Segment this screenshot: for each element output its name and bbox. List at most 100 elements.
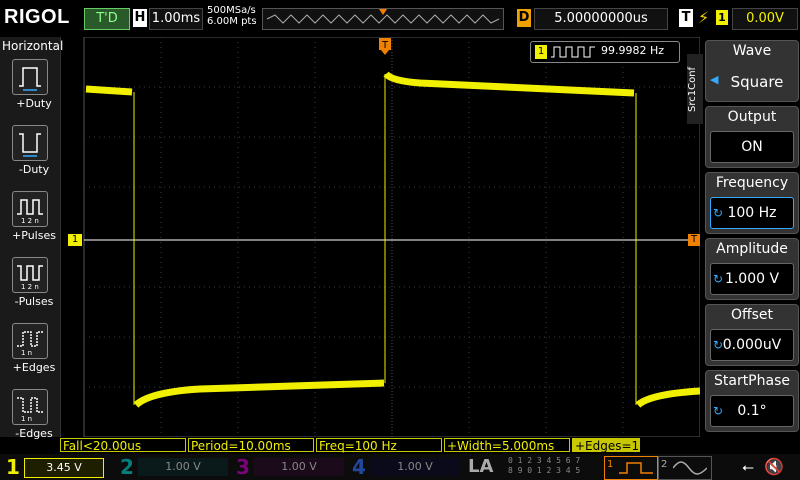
negative-duty-icon	[12, 125, 48, 161]
square-wave-icon	[551, 44, 595, 64]
positive-duty-icon	[12, 59, 48, 95]
counter-value: 99.9982 Hz	[601, 44, 665, 57]
channel-3-number[interactable]: 3	[236, 454, 250, 480]
option-value: Square	[730, 73, 784, 91]
channel-1-number[interactable]: 1	[6, 454, 20, 480]
measurement-fall[interactable]: Fall<20.00us	[60, 438, 186, 453]
option-value: ON	[710, 131, 794, 163]
source-2-label: 2	[661, 459, 668, 470]
svg-text:1 n: 1 n	[21, 415, 32, 423]
run-state-badge[interactable]: T'D	[84, 8, 130, 30]
option-title: Wave	[732, 43, 772, 59]
usb-icon: ⭠	[742, 458, 755, 476]
memory-position-strip[interactable]	[262, 8, 504, 30]
logic-channels-bottom: 8 9 0 1 2 3 4 5	[508, 466, 581, 475]
sample-rate: 500MSa/s	[207, 5, 256, 16]
start-phase-option[interactable]: StartPhase ↻ 0.1°	[705, 370, 799, 432]
channel-2-scale[interactable]: 1.00 V	[138, 458, 228, 476]
menu-item-label: -Edges	[15, 427, 53, 440]
channel-4-scale[interactable]: 1.00 V	[370, 458, 460, 476]
waveform-display[interactable]	[60, 36, 701, 438]
logic-channel-grid: 0 1 2 3 4 5 6 7 8 9 0 1 2 3 4 5	[508, 456, 600, 476]
channel-3-scale[interactable]: 1.00 V	[254, 458, 344, 476]
option-value: 0.000uV	[722, 337, 782, 353]
menu-item-negative-edges[interactable]: 1 n -Edges	[6, 387, 58, 447]
menu-item-label: +Duty	[16, 97, 52, 110]
acquisition-info: 500MSa/s 6.00M pts	[207, 5, 257, 27]
left-arrow-icon: ◀	[710, 73, 719, 86]
trigger-level-value[interactable]: 0.00V	[732, 8, 798, 30]
memory-depth: 6.00M pts	[207, 16, 257, 27]
option-value-box: ↻ 0.000uV	[710, 329, 794, 361]
measurement-bar: Fall<20.00us Period=10.00ms Freq=100 Hz …	[60, 438, 700, 453]
option-value-box: ↻ 100 Hz	[710, 197, 794, 229]
menu-item-positive-edges[interactable]: 1 n +Edges	[6, 321, 58, 381]
measurement-period[interactable]: Period=10.00ms	[188, 438, 314, 453]
menu-item-negative-duty[interactable]: -Duty	[6, 123, 58, 183]
measurement-positive-width[interactable]: +Width=5.000ms	[444, 438, 570, 453]
negative-edges-icon: 1 n	[12, 389, 48, 425]
horizontal-label: H	[133, 9, 147, 27]
source-1-label: 1	[607, 459, 614, 470]
option-title: Output	[727, 109, 777, 125]
trigger-level-marker[interactable]: T	[688, 234, 700, 246]
option-value-box: ↻ 0.1°	[710, 395, 794, 427]
positive-edges-icon: 1 n	[12, 323, 48, 359]
output-option[interactable]: Output ON	[705, 106, 799, 168]
menu-tab: Src1Conf	[687, 54, 703, 124]
option-value: 1.000 V	[724, 271, 780, 287]
measurement-frequency[interactable]: Freq=100 Hz	[316, 438, 442, 453]
channel-1-scale[interactable]: 3.45 V	[24, 458, 104, 478]
option-title: Amplitude	[716, 241, 788, 257]
speaker-muted-icon[interactable]: 🔇	[764, 457, 784, 476]
knob-icon: ↻	[713, 338, 724, 352]
source-2-indicator[interactable]: 2	[658, 456, 712, 480]
knob-icon: ↻	[713, 404, 724, 418]
menu-item-label: +Edges	[12, 361, 56, 374]
knob-icon: ↻	[713, 272, 724, 286]
menu-item-label: +Pulses	[12, 229, 56, 242]
timebase-value[interactable]: 1.00ms	[149, 8, 203, 30]
frequency-option[interactable]: Frequency ↻ 100 Hz	[705, 172, 799, 234]
delay-label: D	[517, 9, 531, 27]
menu-item-positive-pulses[interactable]: 1 2 n +Pulses	[6, 189, 58, 249]
channel-4-number[interactable]: 4	[352, 454, 366, 480]
trigger-position-marker[interactable]: T	[379, 38, 391, 60]
source-1-indicator[interactable]: 1	[604, 456, 658, 480]
negative-pulses-icon: 1 2 n	[12, 257, 48, 293]
channel-status-bar: 1 3.45 V 2 1.00 V 3 1.00 V 4 1.00 V LA 0…	[0, 454, 800, 480]
top-status-bar: RIGOL T'D H 1.00ms 500MSa/s 6.00M pts D …	[0, 0, 800, 36]
wave-option[interactable]: Wave ◀ Square	[705, 40, 799, 102]
ch1-ground-marker[interactable]: 1	[68, 234, 82, 246]
trigger-label: T	[679, 9, 693, 27]
option-value-box: ↻ 1.000 V	[710, 263, 794, 295]
menu-item-label: -Duty	[18, 163, 50, 176]
svg-text:T: T	[381, 40, 389, 51]
option-value: 0.1°	[737, 403, 767, 419]
menu-title: Horizontal	[2, 39, 64, 53]
positive-pulses-icon: 1 2 n	[12, 191, 48, 227]
channel-2-number[interactable]: 2	[120, 454, 134, 480]
menu-item-negative-pulses[interactable]: 1 2 n -Pulses	[6, 255, 58, 315]
menu-item-positive-duty[interactable]: +Duty	[6, 57, 58, 117]
knob-icon: ↻	[713, 206, 724, 220]
offset-option[interactable]: Offset ↻ 0.000uV	[705, 304, 799, 366]
svg-text:1 2 n: 1 2 n	[21, 283, 39, 291]
option-title: Offset	[730, 307, 774, 323]
sine-wave-icon	[673, 461, 707, 475]
memory-waveform-icon	[266, 9, 500, 24]
square-wave-icon	[619, 462, 653, 474]
measurement-positive-edges[interactable]: +Edges=1	[572, 438, 640, 453]
option-title: Frequency	[715, 175, 789, 191]
delay-value[interactable]: 5.00000000us	[534, 8, 668, 30]
option-value: 100 Hz	[727, 205, 777, 221]
trigger-source-badge[interactable]: 1	[716, 10, 728, 25]
logic-analyzer-label[interactable]: LA	[468, 456, 493, 477]
rising-edge-icon: ⚡	[698, 8, 710, 27]
amplitude-option[interactable]: Amplitude ↻ 1.000 V	[705, 238, 799, 300]
graticule	[83, 36, 701, 438]
measure-menu-panel: Horizontal +Duty -Duty 1 2 n +Pulses 1 2…	[0, 37, 64, 440]
frequency-counter[interactable]: 1 99.9982 Hz	[530, 41, 680, 63]
menu-item-label: -Pulses	[14, 295, 54, 308]
counter-channel-badge: 1	[535, 45, 547, 59]
